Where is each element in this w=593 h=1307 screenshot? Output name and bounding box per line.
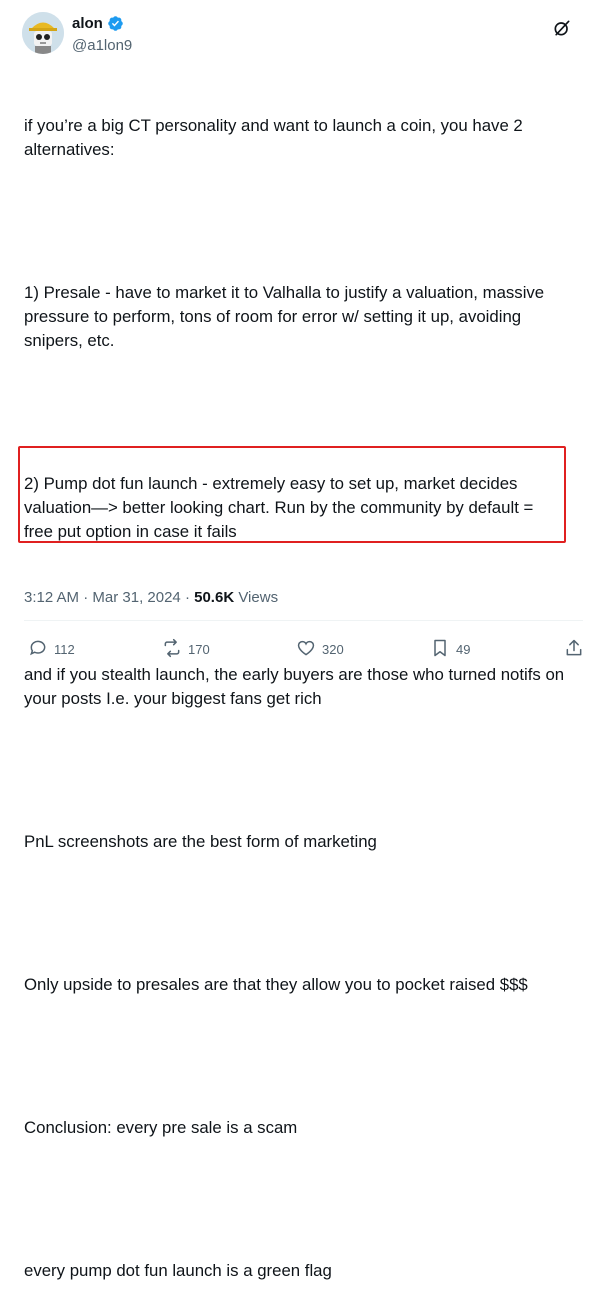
author-handle[interactable]: @a1lon9 [72, 37, 132, 54]
reply-count: 112 [54, 642, 75, 657]
tweet-meta: 3:12 AM · Mar 31, 2024 · 50.6K Views [24, 589, 278, 606]
like-button[interactable]: 320 [296, 638, 344, 661]
like-icon [296, 638, 316, 661]
avatar[interactable] [22, 12, 64, 54]
bookmark-count: 49 [456, 642, 471, 657]
author-display-name[interactable]: alon [72, 15, 103, 32]
reply-icon [28, 638, 48, 661]
repost-button[interactable]: 170 [162, 638, 210, 661]
repost-icon [162, 638, 182, 661]
grok-icon[interactable] [552, 18, 572, 38]
tweet-paragraph: Conclusion: every pre sale is a scam [24, 1118, 298, 1137]
tweet-paragraph: 1) Presale - have to market it to Valhal… [24, 283, 545, 350]
tweet-body: if you’re a big CT personality and want … [24, 66, 592, 1307]
tweet-actions: 112 170 320 49 [24, 638, 586, 664]
verified-badge-icon [107, 15, 124, 32]
like-count: 320 [322, 642, 344, 657]
reply-button[interactable]: 112 [28, 638, 75, 661]
divider [24, 620, 583, 621]
tweet-paragraph: and if you stealth launch, the early buy… [24, 665, 565, 708]
views-count: 50.6K [194, 589, 235, 606]
tweet-header: alon @a1lon9 [22, 12, 582, 56]
views-label: Views [234, 589, 279, 606]
meta-separator: · [180, 589, 195, 606]
tweet-paragraph: if you’re a big CT personality and want … [24, 116, 523, 159]
meta-separator: · [79, 589, 93, 606]
share-icon [564, 638, 584, 661]
tweet-paragraph: Only upside to presales are that they al… [24, 975, 528, 994]
highlight-annotation-box [18, 446, 566, 543]
tweet-time[interactable]: 3:12 AM [24, 589, 79, 606]
tweet-paragraph: every pump dot fun launch is a green fla… [24, 1261, 332, 1280]
bookmark-icon [430, 638, 450, 661]
share-button[interactable] [564, 638, 584, 661]
tweet-paragraph: PnL screenshots are the best form of mar… [24, 832, 377, 851]
tweet-date[interactable]: Mar 31, 2024 [92, 589, 180, 606]
repost-count: 170 [188, 642, 210, 657]
bookmark-button[interactable]: 49 [430, 638, 470, 661]
